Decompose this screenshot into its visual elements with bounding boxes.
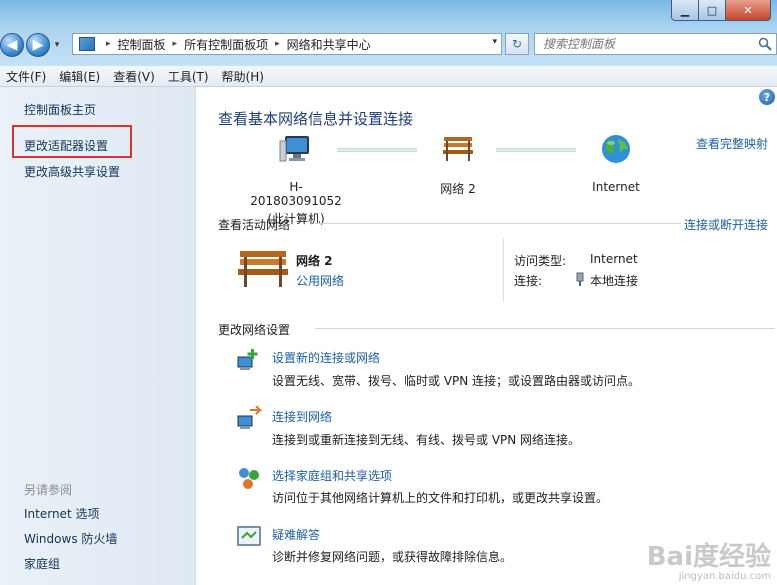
watermark-logo: Bai度经验: [646, 542, 771, 572]
view-full-map-link[interactable]: 查看完整映射: [696, 135, 768, 152]
globe-icon: [602, 135, 630, 163]
connect-disconnect-link[interactable]: 连接或断开连接: [684, 216, 768, 233]
troubleshoot-icon: [237, 526, 261, 546]
new-connection-icon: [237, 349, 258, 370]
connect-network-icon: [237, 406, 262, 429]
internet-node[interactable]: Internet: [584, 133, 648, 194]
watermark-url: jingyan.baidu.com: [678, 571, 771, 582]
windows-firewall-link[interactable]: Windows 防火墙: [24, 530, 117, 547]
network-type-link[interactable]: 公用网络: [296, 272, 344, 289]
internet-label: Internet: [592, 180, 640, 194]
refresh-button[interactable]: ↻: [505, 33, 529, 55]
breadcrumb-all-items[interactable]: 所有控制面板项: [184, 36, 268, 53]
menu-tools[interactable]: 工具(T): [162, 68, 216, 85]
active-network-name: 网络 2: [296, 254, 333, 268]
computer-name: H-201803091052: [250, 180, 342, 208]
homegroup-link[interactable]: 家庭组: [24, 555, 60, 572]
bench-icon: [238, 251, 288, 287]
search-input[interactable]: [541, 36, 745, 52]
window-controls: ▁ □ ✕: [671, 0, 771, 21]
setup-connection-description: 设置无线、宽带、拨号、临时或 VPN 连接；或设置路由器或访问点。: [272, 374, 641, 388]
refresh-icon: ↻: [511, 37, 523, 51]
close-button[interactable]: ✕: [726, 0, 771, 21]
control-panel-icon: [79, 37, 95, 51]
ethernet-icon: [576, 272, 584, 286]
vertical-divider: [503, 238, 504, 302]
breadcrumb-network-center[interactable]: 网络和共享中心: [287, 36, 371, 53]
left-task-pane: 控制面板主页 更改适配器设置 更改高级共享设置 另请参阅 Internet 选项…: [0, 87, 196, 585]
internet-options-link[interactable]: Internet 选项: [24, 505, 99, 522]
breadcrumb-separator[interactable]: ▸: [275, 39, 280, 49]
change-settings-heading: 更改网络设置: [218, 323, 291, 337]
connections-label: 连接:: [514, 274, 543, 288]
connection-line: [496, 148, 576, 152]
menu-bar: 文件(F) 编辑(E) 查看(V) 工具(T) 帮助(H): [0, 66, 777, 87]
section-divider: [315, 223, 681, 224]
control-panel-home-link[interactable]: 控制面板主页: [24, 101, 96, 118]
baidu-watermark: Bai度经验 jingyan.baidu.com: [647, 544, 771, 582]
recent-pages-dropdown[interactable]: ▾: [52, 40, 62, 50]
network-node[interactable]: 网络 2: [428, 133, 488, 197]
access-type-value: Internet: [590, 252, 638, 266]
network-name: 网络 2: [440, 182, 476, 196]
troubleshoot-description: 诊断并修复网络问题，或获得故障排除信息。: [272, 550, 513, 564]
local-connection-link[interactable]: 本地连接: [590, 272, 638, 289]
page-title: 查看基本网络信息并设置连接: [218, 110, 414, 128]
setup-connection-link[interactable]: 设置新的连接或网络: [272, 349, 380, 366]
change-adapter-settings-link[interactable]: 更改适配器设置: [24, 137, 108, 154]
maximize-button[interactable]: □: [699, 0, 726, 21]
search-box[interactable]: [534, 33, 777, 55]
address-dropdown-icon[interactable]: ▾: [492, 37, 497, 47]
menu-view[interactable]: 查看(V): [107, 68, 162, 85]
main-content: ? 查看基本网络信息并设置连接 查看完整映射 H-201803091052 (此…: [196, 87, 777, 585]
menu-edit[interactable]: 编辑(E): [53, 68, 107, 85]
connect-to-network-description: 连接到或重新连接到无线、有线、拨号或 VPN 网络连接。: [272, 433, 581, 447]
menu-help[interactable]: 帮助(H): [216, 68, 271, 85]
homegroup-icon: [239, 468, 259, 489]
window-titlebar: ▁ □ ✕ ◀ ▶ ▾ ▸ 控制面板 ▸ 所有控制面板项 ▸ 网络和共享中心 ▾…: [0, 0, 777, 66]
navigation-buttons: ◀ ▶ ▾: [0, 33, 62, 57]
help-button[interactable]: ?: [759, 89, 775, 105]
connection-line: [337, 148, 417, 152]
menu-file[interactable]: 文件(F): [0, 68, 53, 85]
troubleshoot-link[interactable]: 疑难解答: [272, 526, 320, 543]
access-type-label: 访问类型:: [514, 254, 567, 268]
active-networks-heading: 查看活动网络: [218, 218, 291, 232]
breadcrumb-separator[interactable]: ▸: [106, 39, 111, 49]
minimize-button[interactable]: ▁: [671, 0, 699, 21]
homegroup-sharing-description: 访问位于其他网络计算机上的文件和打印机，或更改共享设置。: [272, 491, 609, 505]
back-button[interactable]: ◀: [0, 33, 24, 57]
address-bar[interactable]: ▸ 控制面板 ▸ 所有控制面板项 ▸ 网络和共享中心 ▾: [72, 33, 502, 55]
bench-icon: [443, 137, 473, 161]
connect-to-network-link[interactable]: 连接到网络: [272, 408, 332, 425]
advanced-sharing-settings-link[interactable]: 更改高级共享设置: [24, 163, 120, 180]
section-divider: [315, 328, 775, 329]
forward-button[interactable]: ▶: [26, 33, 50, 57]
this-computer-node[interactable]: H-201803091052 (此计算机): [244, 133, 348, 227]
computer-icon: [279, 136, 309, 162]
search-icon[interactable]: [758, 37, 772, 51]
homegroup-sharing-link[interactable]: 选择家庭组和共享选项: [272, 467, 392, 484]
see-also-heading: 另请参阅: [24, 483, 73, 497]
breadcrumb-control-panel[interactable]: 控制面板: [118, 36, 166, 53]
breadcrumb-separator[interactable]: ▸: [173, 39, 178, 49]
